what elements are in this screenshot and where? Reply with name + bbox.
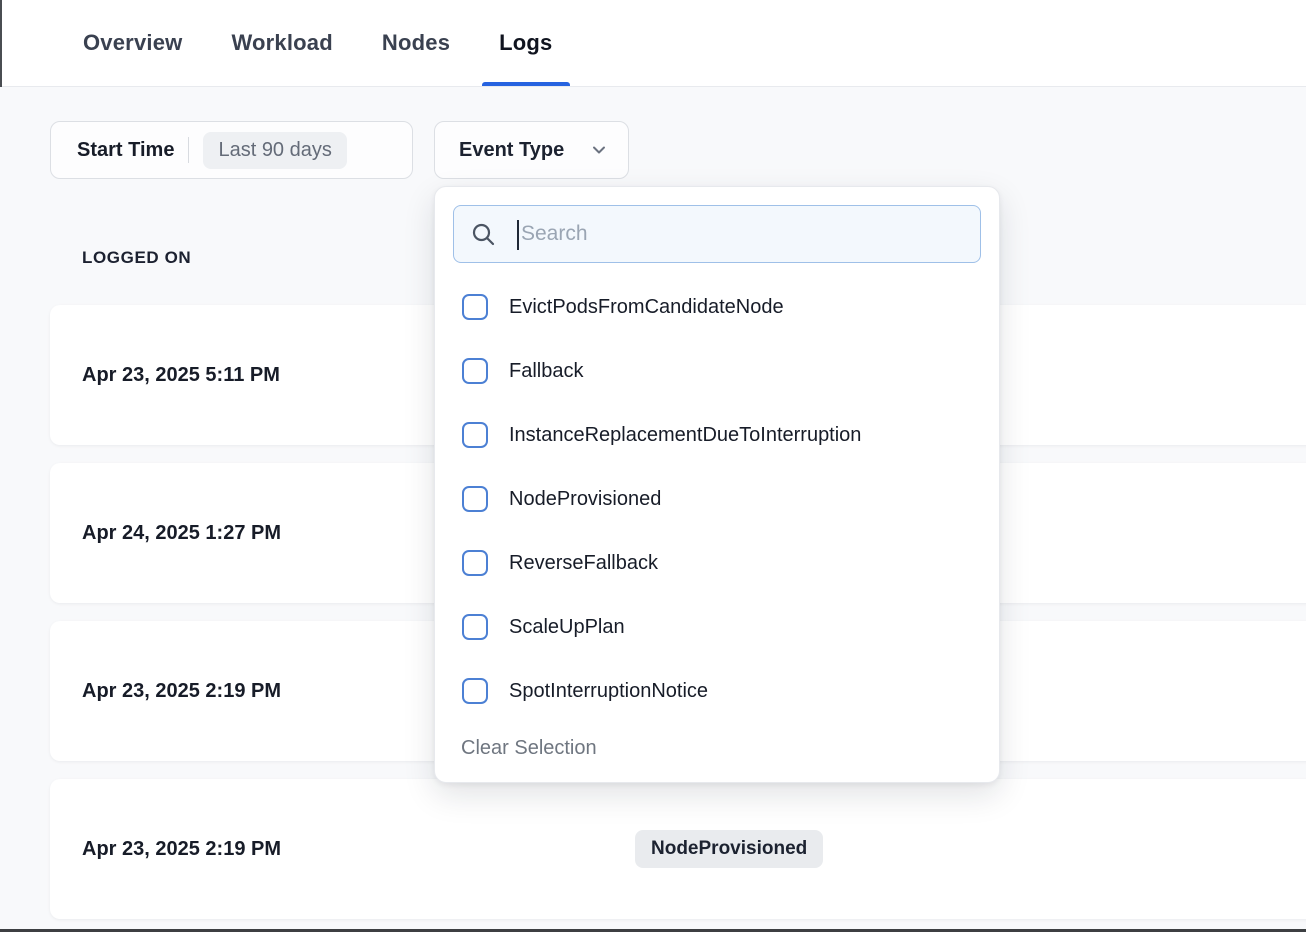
- logged-on-value: Apr 23, 2025 2:19 PM: [50, 838, 281, 861]
- tab-workload[interactable]: Workload: [231, 0, 332, 86]
- option-label: SpotInterruptionNotice: [509, 680, 708, 703]
- event-type-filter[interactable]: Event Type: [434, 121, 629, 179]
- search-input[interactable]: [454, 206, 980, 262]
- logged-on-value: Apr 23, 2025 2:19 PM: [50, 680, 281, 703]
- tab-overview[interactable]: Overview: [83, 0, 182, 86]
- checkbox[interactable]: [462, 678, 488, 704]
- column-header-logged-on: LOGGED ON: [82, 248, 191, 268]
- window-left-edge: [0, 0, 2, 87]
- option-label: ScaleUpPlan: [509, 616, 625, 639]
- clear-selection-button[interactable]: Clear Selection: [453, 737, 597, 760]
- option-fallback[interactable]: Fallback: [453, 339, 981, 403]
- option-label: NodeProvisioned: [509, 488, 661, 511]
- logged-on-value: Apr 24, 2025 1:27 PM: [50, 522, 281, 545]
- dropdown-search: [453, 205, 981, 263]
- logs-content: Start Time Last 90 days Event Type LOGGE…: [0, 87, 1306, 929]
- start-time-separator: [188, 137, 189, 163]
- tabs: Overview Workload Nodes Logs: [0, 0, 1306, 86]
- option-reversefallback[interactable]: ReverseFallback: [453, 531, 981, 595]
- option-label: EvictPodsFromCandidateNode: [509, 296, 784, 319]
- logged-on-value: Apr 23, 2025 5:11 PM: [50, 364, 280, 387]
- event-type-badge: NodeProvisioned: [635, 830, 823, 868]
- start-time-filter[interactable]: Start Time Last 90 days: [50, 121, 413, 179]
- app-window: Overview Workload Nodes Logs Start Time …: [0, 0, 1306, 932]
- option-nodeprovisioned[interactable]: NodeProvisioned: [453, 467, 981, 531]
- option-scaleupplan[interactable]: ScaleUpPlan: [453, 595, 981, 659]
- option-evictpodsfromcandidatenode[interactable]: EvictPodsFromCandidateNode: [453, 275, 981, 339]
- checkbox[interactable]: [462, 486, 488, 512]
- checkbox[interactable]: [462, 294, 488, 320]
- option-label: ReverseFallback: [509, 552, 658, 575]
- tab-nodes[interactable]: Nodes: [382, 0, 450, 86]
- start-time-label: Start Time: [77, 139, 174, 162]
- event-type-options: EvictPodsFromCandidateNode Fallback Inst…: [453, 275, 981, 723]
- start-time-value-chip[interactable]: Last 90 days: [203, 132, 346, 169]
- checkbox[interactable]: [462, 614, 488, 640]
- log-row[interactable]: Apr 23, 2025 2:19 PM NodeProvisioned: [50, 779, 1306, 919]
- checkbox[interactable]: [462, 422, 488, 448]
- option-label: InstanceReplacementDueToInterruption: [509, 424, 861, 447]
- event-type-dropdown: EvictPodsFromCandidateNode Fallback Inst…: [434, 186, 1000, 783]
- tab-logs[interactable]: Logs: [499, 0, 552, 86]
- chevron-down-icon: [590, 141, 608, 159]
- option-instancereplacementduetointerruption[interactable]: InstanceReplacementDueToInterruption: [453, 403, 981, 467]
- checkbox[interactable]: [462, 358, 488, 384]
- checkbox[interactable]: [462, 550, 488, 576]
- event-type-label: Event Type: [459, 139, 564, 162]
- option-spotinterruptionnotice[interactable]: SpotInterruptionNotice: [453, 659, 981, 723]
- tab-bar: Overview Workload Nodes Logs: [0, 0, 1306, 87]
- option-label: Fallback: [509, 360, 583, 383]
